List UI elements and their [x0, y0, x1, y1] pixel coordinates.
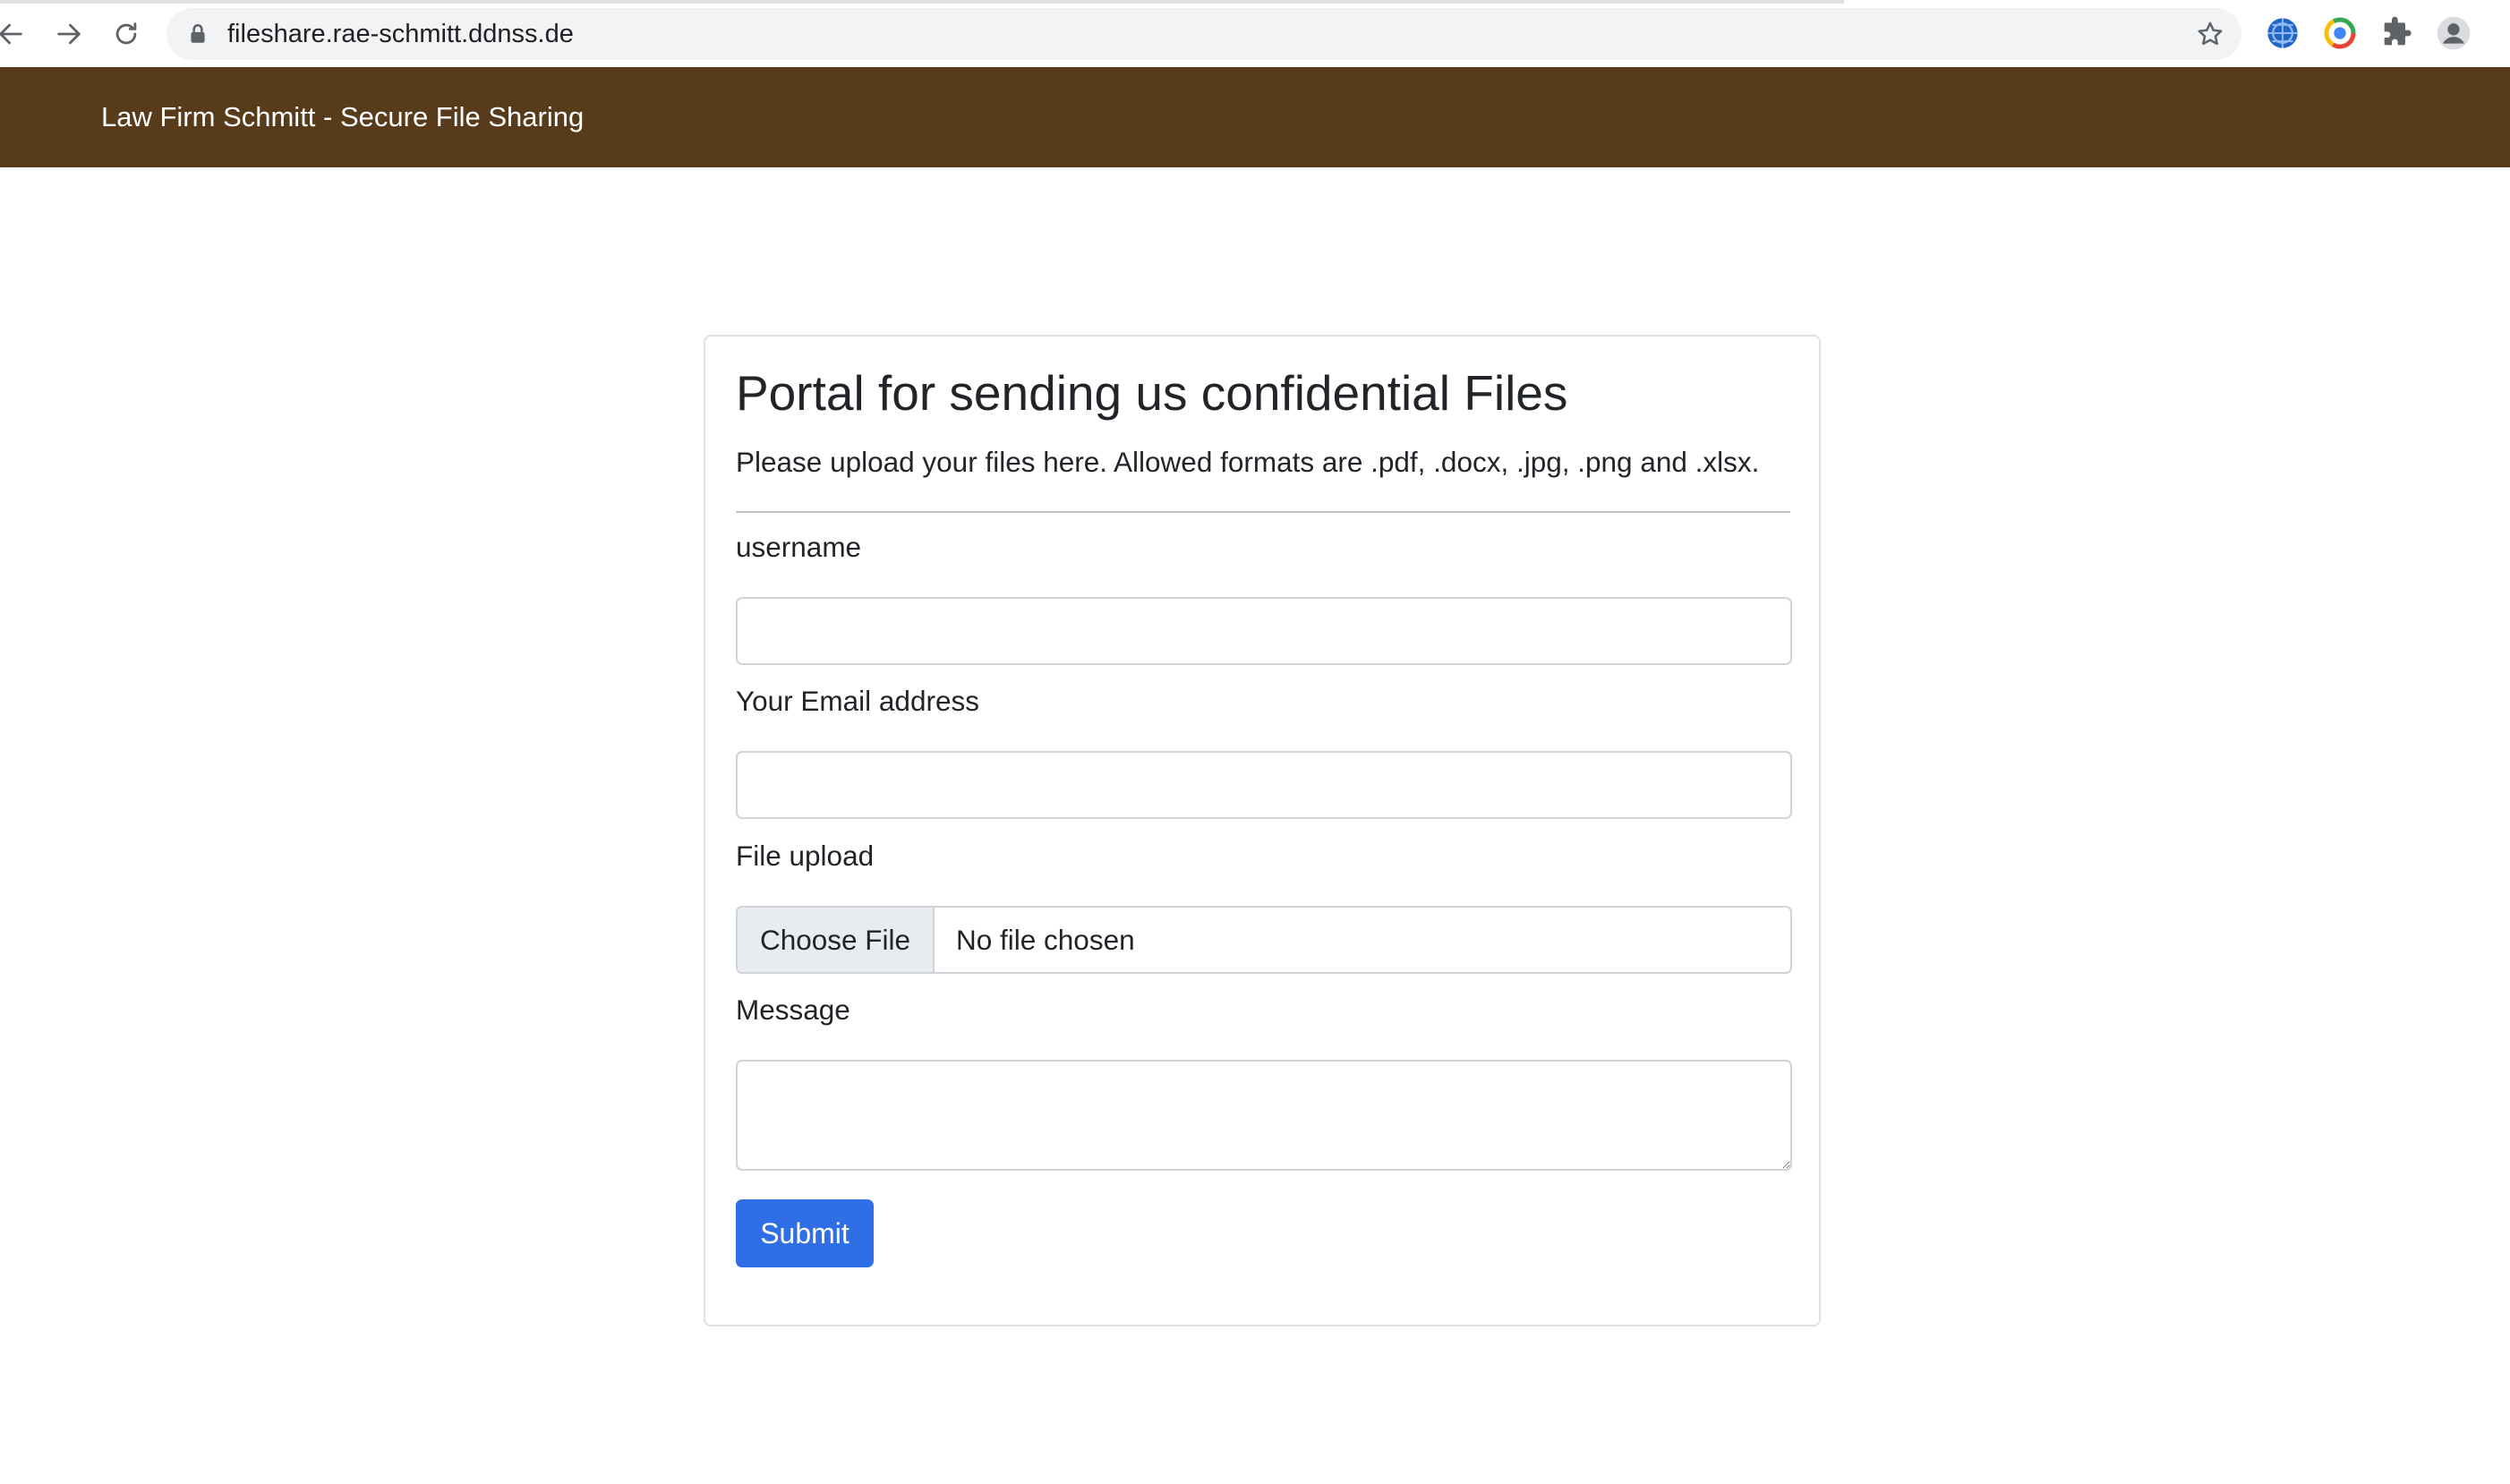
profile-icon — [2437, 16, 2471, 50]
browser-toolbar: fileshare.rae-schmitt.ddnss.de — [0, 0, 2510, 67]
url-text[interactable]: fileshare.rae-schmitt.ddnss.de — [227, 8, 574, 60]
site-navbar: Law Firm Schmitt - Secure File Sharing — [0, 67, 2510, 167]
username-label: username — [736, 531, 862, 563]
arrow-left-icon — [0, 23, 22, 45]
file-upload-label: File upload — [736, 840, 875, 872]
star-icon[interactable] — [2195, 19, 2225, 49]
chrome-ring-icon — [2324, 17, 2356, 49]
divider — [736, 511, 1790, 513]
choose-file-button[interactable]: Choose File — [738, 908, 935, 972]
forward-button[interactable] — [46, 11, 92, 57]
message-textarea[interactable] — [736, 1060, 1792, 1171]
upload-card: Portal for sending us confidential Files… — [704, 335, 1821, 1326]
email-label: Your Email address — [736, 685, 979, 717]
arrow-right-icon — [57, 23, 81, 45]
reload-icon — [115, 22, 137, 45]
page-load-indicator — [0, 0, 1844, 4]
page-title: Portal for sending us confidential Files — [736, 365, 1568, 421]
username-field[interactable] — [736, 597, 1792, 665]
profile-button[interactable] — [2435, 14, 2472, 52]
navbar-brand[interactable]: Law Firm Schmitt - Secure File Sharing — [101, 67, 584, 167]
globe-extension-button[interactable] — [2264, 14, 2301, 52]
address-bar[interactable]: fileshare.rae-schmitt.ddnss.de — [166, 8, 2241, 60]
extensions-button[interactable] — [2378, 14, 2415, 52]
chrome-extension-button[interactable] — [2321, 14, 2359, 52]
file-upload-input[interactable]: Choose File No file chosen — [736, 906, 1792, 974]
back-button[interactable] — [0, 11, 34, 57]
file-status-text: No file chosen — [956, 924, 1135, 956]
message-label: Message — [736, 994, 850, 1026]
puzzle-icon — [2384, 16, 2412, 46]
lock-icon[interactable] — [186, 22, 209, 46]
globe-icon — [2267, 18, 2298, 48]
upload-instructions: Please upload your files here. Allowed f… — [736, 446, 1760, 478]
submit-button[interactable]: Submit — [736, 1199, 874, 1267]
reload-button[interactable] — [103, 11, 149, 57]
email-field[interactable] — [736, 751, 1792, 819]
